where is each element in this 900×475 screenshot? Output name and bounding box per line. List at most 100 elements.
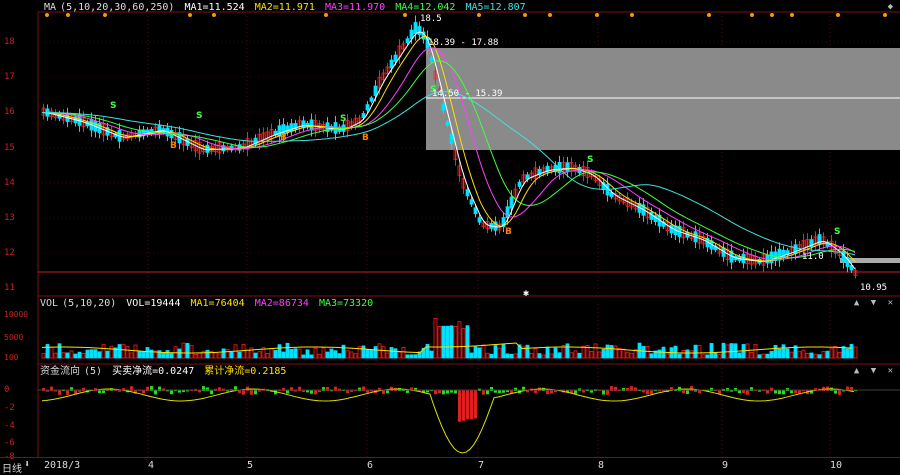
volume-bar: [481, 344, 486, 359]
volume-bar: [389, 347, 394, 359]
candle-body: [465, 189, 470, 197]
volume-bar: [161, 352, 166, 359]
volume-bar: [673, 345, 678, 359]
volume-bar: [457, 321, 462, 359]
fund-bar: [734, 387, 737, 391]
volume-bar: [381, 346, 386, 359]
sell-signal-marker: S: [340, 114, 346, 124]
volume-bar: [845, 348, 850, 359]
volume-bar: [601, 348, 606, 359]
candle-body: [473, 207, 478, 215]
volume-bar: [61, 352, 66, 359]
fund-bar: [546, 390, 549, 394]
volume-bar: [657, 349, 662, 359]
volume-bar: [401, 346, 406, 359]
event-dot: [836, 13, 840, 17]
volume-bar: [393, 348, 398, 359]
fund-bar: [66, 390, 69, 395]
fund-bar: [250, 390, 253, 395]
vol-tick: 5000: [4, 333, 24, 342]
x-tick: 6: [367, 460, 374, 471]
volume-bar: [777, 348, 782, 359]
volume-bar: [301, 354, 306, 359]
fund-bar: [486, 390, 489, 395]
volume-bar: [317, 353, 322, 359]
volume-bar: [117, 344, 122, 359]
volume-bar: [197, 352, 202, 359]
event-dot: [750, 13, 754, 17]
price-tick: 12: [4, 248, 15, 258]
vol-indicator-name[interactable]: VOL: [40, 298, 58, 309]
ma1-value: MA1=11.524: [184, 2, 245, 13]
period-dropdown-icon[interactable]: ⬇: [24, 459, 30, 470]
fund-bar: [482, 390, 485, 395]
volume-bar: [625, 351, 630, 359]
candle-body: [365, 104, 370, 111]
x-tick: 2018/3: [44, 460, 81, 471]
volume-bar: [465, 325, 470, 359]
fund-indicator-params: (5): [84, 366, 103, 377]
volume-bar: [537, 353, 542, 359]
fund-indicator-name[interactable]: 资金流向: [40, 366, 80, 377]
volume-bar: [809, 352, 814, 359]
x-tick: 9: [722, 460, 729, 471]
period-selector[interactable]: 日线: [2, 460, 22, 475]
volume-bar: [49, 346, 54, 359]
low-price-label: 10.95: [860, 283, 888, 293]
volume-bar: [737, 352, 742, 359]
vol-ma1-value: MA1=76404: [190, 298, 245, 309]
event-dot: [883, 13, 887, 17]
volume-bar: [469, 352, 474, 359]
volume-bar: [89, 349, 94, 359]
fund-bar: [466, 390, 469, 420]
price-chart[interactable]: SS SSSSBB BB✱: [0, 0, 900, 474]
candle-body: [309, 119, 314, 131]
main-indicator-name[interactable]: MA: [44, 2, 56, 13]
volume-bar: [689, 350, 694, 359]
volume-bar: [229, 351, 234, 359]
fund-bar: [686, 390, 689, 395]
candle-body: [469, 199, 474, 205]
volume-bar: [93, 349, 98, 359]
fund-bar: [474, 390, 477, 419]
volume-bar: [405, 354, 410, 359]
volume-bar: [169, 353, 174, 359]
volume-bar: [757, 354, 762, 359]
vol-ma2-value: MA2=86734: [254, 298, 309, 309]
main-pane-controls[interactable]: ◆: [888, 2, 896, 12]
fund-bar: [626, 387, 629, 391]
event-dot: [630, 13, 634, 17]
volume-bar: [489, 353, 494, 359]
volume-bar: [765, 353, 770, 359]
volume-bar: [321, 347, 326, 359]
volume-bar: [709, 343, 714, 359]
fund-bar: [458, 390, 461, 422]
volume-bar: [369, 349, 374, 359]
fund-bar: [778, 390, 781, 395]
mid-range-label: 14.50 - 15.39: [432, 89, 503, 99]
volume-bar: [849, 344, 854, 359]
vol-pane-controls[interactable]: ▲ ▼ ✕: [854, 298, 896, 308]
volume-bar: [329, 348, 334, 359]
fund-bar: [782, 390, 785, 395]
volume-bar: [629, 352, 634, 359]
fund-bar: [254, 390, 257, 395]
price-tick: 11: [4, 283, 15, 293]
fund-curve: [41, 388, 855, 454]
fund-bar: [834, 390, 837, 394]
candle-body: [393, 54, 398, 62]
fund-bar: [774, 390, 777, 394]
fund-bar: [282, 387, 285, 391]
volume-bar: [349, 351, 354, 359]
candle-body: [409, 29, 414, 39]
volume-bar: [609, 345, 614, 359]
cursor-marker: ✱: [523, 288, 529, 299]
fund-pane-controls[interactable]: ▲ ▼ ✕: [854, 366, 896, 376]
volume-bar: [509, 353, 514, 359]
volume-bar: [109, 345, 114, 359]
candle-body: [477, 217, 482, 223]
volume-bar: [125, 346, 130, 359]
volume-bar: [525, 344, 530, 359]
volume-bar: [505, 353, 510, 359]
volume-bar: [81, 352, 86, 359]
